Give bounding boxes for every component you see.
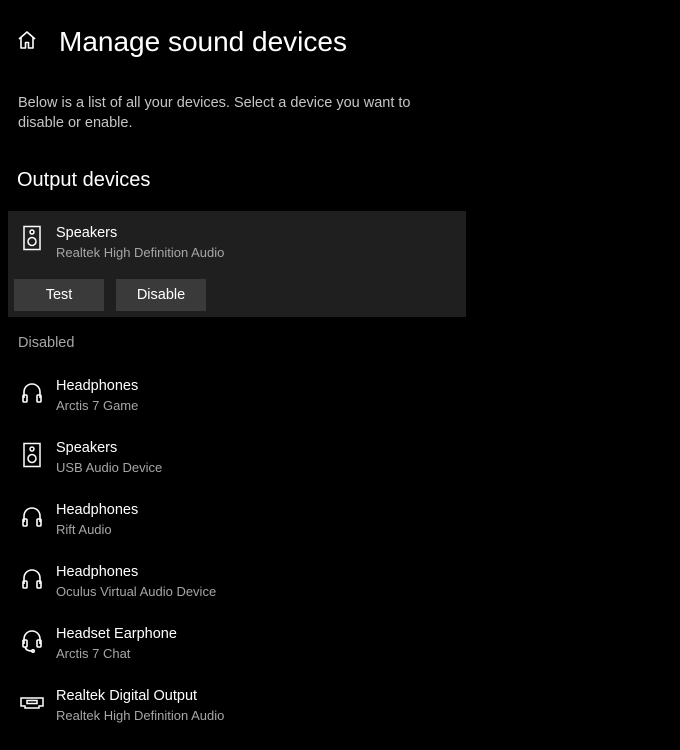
device-name: Headphones <box>56 378 139 394</box>
device-name: Speakers <box>56 440 118 456</box>
selected-device-name: Speakers <box>56 225 118 241</box>
list-item[interactable]: Realtek Digital Output Realtek High Defi… <box>0 680 466 742</box>
speaker-icon <box>17 223 47 253</box>
speaker-icon <box>17 440 47 470</box>
home-button[interactable] <box>16 22 42 62</box>
device-sub: Realtek High Definition Audio <box>56 708 225 723</box>
test-button[interactable]: Test <box>14 279 104 311</box>
device-sub: Arctis 7 Game <box>56 398 139 413</box>
list-item[interactable]: Headphones Rift Audio <box>0 494 466 556</box>
headphones-icon <box>17 378 47 408</box>
list-item[interactable]: Headphones Arctis 7 Game <box>0 370 466 432</box>
device-name: Headphones <box>56 564 139 580</box>
device-name: Realtek Digital Output <box>56 688 198 704</box>
page-title: Manage sound devices <box>59 26 347 57</box>
list-item[interactable]: Speakers USB Audio Device <box>0 432 466 494</box>
device-sub: Rift Audio <box>56 522 112 537</box>
selected-device-sub: Realtek High Definition Audio <box>56 245 225 260</box>
device-name: Headphones <box>56 502 139 518</box>
device-sub: Oculus Virtual Audio Device <box>56 584 217 599</box>
headset-icon <box>17 626 47 656</box>
digital-output-icon <box>17 688 47 718</box>
list-item[interactable]: Headphones Oculus Virtual Audio Device <box>0 556 466 618</box>
device-sub: USB Audio Device <box>56 460 163 475</box>
page-description: Below is a list of all your devices. Sel… <box>18 95 411 131</box>
disabled-device-list: Headphones Arctis 7 Game Speakers USB Au… <box>0 370 680 742</box>
disable-button[interactable]: Disable <box>116 279 206 311</box>
selected-device-card[interactable]: Speakers Realtek High Definition Audio T… <box>8 211 466 317</box>
list-item[interactable]: Headset Earphone Arctis 7 Chat <box>0 618 466 680</box>
device-name: Headset Earphone <box>56 626 177 642</box>
device-sub: Arctis 7 Chat <box>56 646 131 661</box>
output-devices-heading: Output devices <box>17 169 151 191</box>
disabled-heading: Disabled <box>18 335 75 351</box>
page-header: Manage sound devices <box>16 22 347 62</box>
home-icon <box>16 29 38 56</box>
headphones-icon <box>17 564 47 594</box>
headphones-icon <box>17 502 47 532</box>
